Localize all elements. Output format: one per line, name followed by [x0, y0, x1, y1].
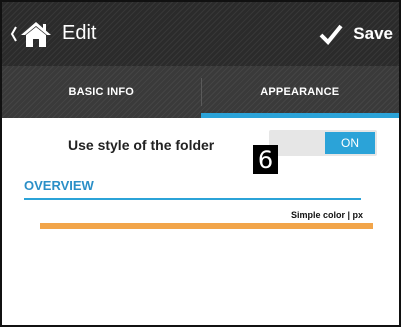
tab-basic-info[interactable]: BASIC INFO	[2, 66, 201, 118]
home-icon[interactable]	[20, 20, 52, 48]
use-folder-style-toggle[interactable]: ON	[269, 130, 377, 156]
check-icon	[319, 24, 343, 45]
screen-title: Edit	[62, 22, 97, 44]
use-folder-style-row: Use style of the folder ON	[2, 118, 399, 168]
action-bar: Edit Save	[2, 2, 399, 66]
tab-appearance[interactable]: APPEARANCE	[200, 66, 400, 118]
save-button[interactable]: Save	[319, 18, 393, 50]
use-folder-style-label: Use style of the folder	[68, 137, 215, 153]
overview-header: OVERVIEW	[24, 178, 94, 193]
style-summary: Simple color | px	[290, 210, 363, 220]
section-divider	[24, 198, 361, 200]
callout-number-badge: 6	[253, 145, 278, 174]
app-frame: Edit Save BASIC INFO APPEARANCE Use styl…	[0, 0, 401, 327]
toggle-on-label: ON	[325, 132, 375, 154]
back-chevron-icon[interactable]	[10, 24, 18, 44]
color-preview-bar[interactable]	[40, 223, 373, 229]
save-label: Save	[353, 24, 393, 43]
tab-bar: BASIC INFO APPEARANCE	[2, 66, 399, 118]
